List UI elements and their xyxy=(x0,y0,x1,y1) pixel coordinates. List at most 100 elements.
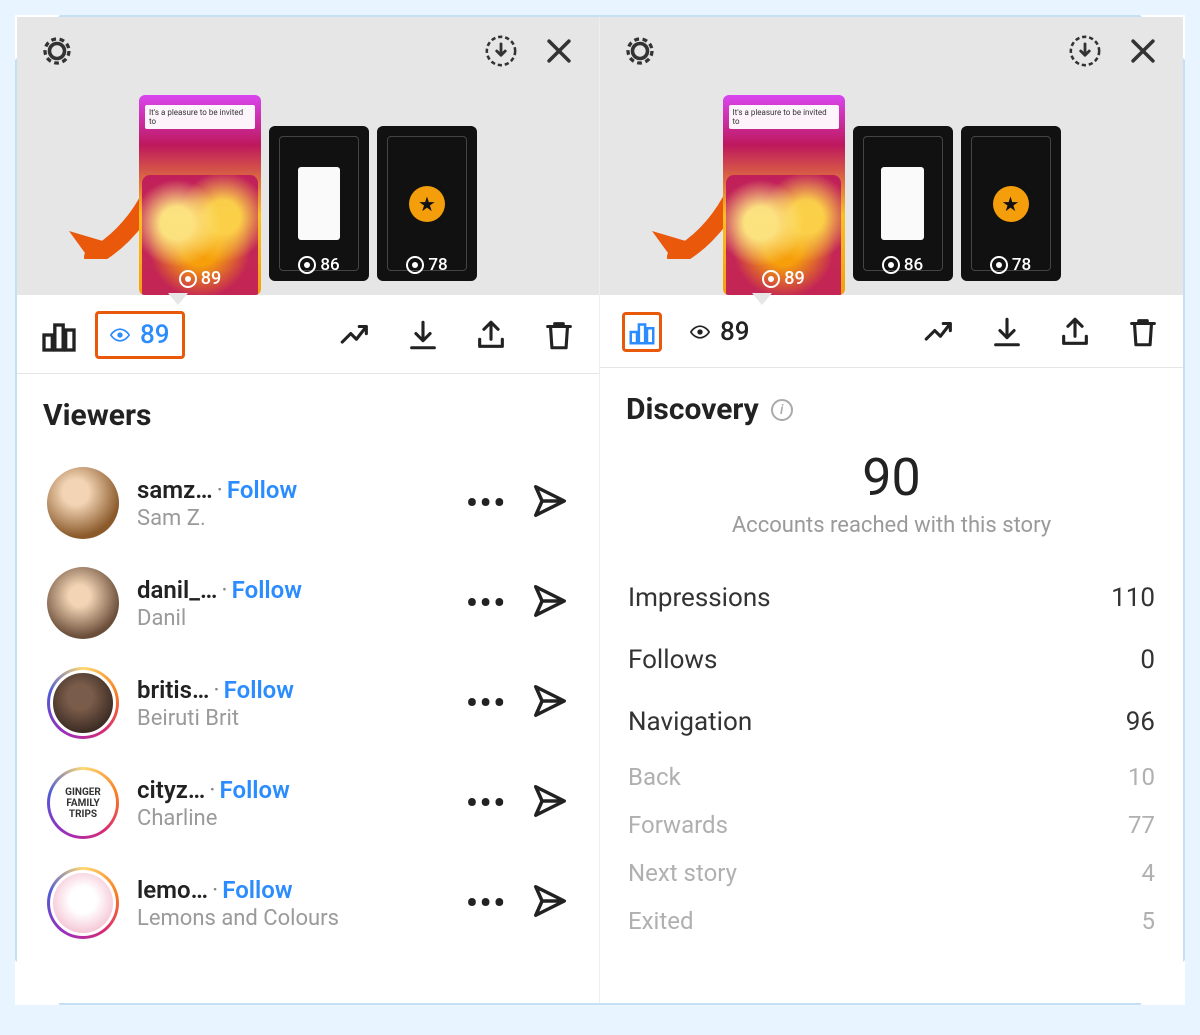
more-options-button[interactable]: ••• xyxy=(466,584,507,622)
more-options-button[interactable]: ••• xyxy=(466,484,507,522)
follow-link[interactable]: Follow xyxy=(222,876,292,904)
story-thumb[interactable]: 86 xyxy=(269,126,369,281)
download-icon xyxy=(406,318,440,352)
send-message-button[interactable] xyxy=(531,682,569,724)
paper-plane-icon xyxy=(531,682,569,720)
avatar[interactable] xyxy=(47,867,119,939)
stat-row-impressions: Impressions 110 xyxy=(626,567,1157,629)
more-options-button[interactable]: ••• xyxy=(466,784,507,822)
story-thumbnails: It's a pleasure to be invited to 89 86 ★… xyxy=(723,95,1061,295)
trending-up-icon xyxy=(922,315,956,349)
story-thumb[interactable]: ★ 78 xyxy=(377,126,477,281)
metrics-toolbar: 89 xyxy=(600,295,1183,368)
save-button[interactable] xyxy=(1065,31,1105,71)
view-count: 89 xyxy=(140,320,170,350)
follow-link[interactable]: Follow xyxy=(232,576,302,604)
follow-link[interactable]: Follow xyxy=(224,676,294,704)
avatar[interactable] xyxy=(47,567,119,639)
eye-icon xyxy=(298,256,316,274)
close-button[interactable] xyxy=(539,31,579,71)
follow-link[interactable]: Follow xyxy=(227,476,297,504)
stat-row-back: Back 10 xyxy=(626,753,1157,801)
bar-chart-icon xyxy=(39,315,79,355)
eye-icon xyxy=(110,328,130,342)
download-circle-icon xyxy=(1068,34,1102,68)
insights-tab-button[interactable] xyxy=(622,312,662,352)
metrics-toolbar: 89 xyxy=(17,295,599,374)
viewer-row: GINGER FAMILY TRIPS cityz…·Follow Charli… xyxy=(43,753,573,853)
avatar[interactable] xyxy=(47,667,119,739)
stat-row-follows: Follows 0 xyxy=(626,629,1157,691)
send-message-button[interactable] xyxy=(531,782,569,824)
story-thumb-active[interactable]: It's a pleasure to be invited to 89 xyxy=(723,95,845,295)
stat-row-next-story: Next story 4 xyxy=(626,849,1157,897)
paper-plane-icon xyxy=(531,882,569,920)
eye-icon xyxy=(990,256,1008,274)
more-options-button[interactable]: ••• xyxy=(466,684,507,722)
download-button[interactable] xyxy=(987,312,1027,352)
story-views-badge: 89 xyxy=(723,268,845,289)
viewer-row: danil_…·Follow Danil ••• xyxy=(43,553,573,653)
share-button[interactable] xyxy=(471,315,511,355)
stat-label: Follows xyxy=(628,645,717,675)
share-button[interactable] xyxy=(1055,312,1095,352)
trash-icon xyxy=(1126,315,1160,349)
reached-caption: Accounts reached with this story xyxy=(727,512,1057,541)
story-thumb[interactable]: ★ 78 xyxy=(961,126,1061,281)
stat-label: Exited xyxy=(628,907,694,935)
avatar[interactable] xyxy=(47,467,119,539)
promote-button[interactable] xyxy=(335,315,375,355)
reached-number: 90 xyxy=(626,447,1157,508)
stat-value: 5 xyxy=(1142,907,1156,935)
promote-button[interactable] xyxy=(919,312,959,352)
story-views-badge: 78 xyxy=(961,255,1061,275)
viewer-handle: cityz… xyxy=(137,776,205,804)
close-button[interactable] xyxy=(1123,31,1163,71)
viewer-row: lemo…·Follow Lemons and Colours ••• xyxy=(43,853,573,953)
download-button[interactable] xyxy=(403,315,443,355)
viewers-tab-button[interactable]: 89 xyxy=(95,311,185,359)
avatar[interactable]: GINGER FAMILY TRIPS xyxy=(47,767,119,839)
story-views-badge: 86 xyxy=(853,255,953,275)
send-message-button[interactable] xyxy=(531,582,569,624)
story-thumb[interactable]: 86 xyxy=(853,126,953,281)
stat-value: 96 xyxy=(1126,707,1155,737)
viewer-name: Sam Z. xyxy=(137,506,448,531)
story-views-badge: 78 xyxy=(377,255,477,275)
more-options-button[interactable]: ••• xyxy=(466,884,507,922)
settings-button[interactable] xyxy=(620,31,660,71)
viewers-tab-button[interactable]: 89 xyxy=(678,311,762,353)
comparison-frame: It's a pleasure to be invited to 89 86 ★… xyxy=(15,15,1185,1005)
viewer-handle: lemo… xyxy=(137,876,208,904)
viewer-handle: samz… xyxy=(137,476,213,504)
delete-button[interactable] xyxy=(539,315,579,355)
story-thumbnails: It's a pleasure to be invited to 89 86 ★… xyxy=(139,95,477,295)
info-icon[interactable]: i xyxy=(771,399,793,421)
paper-plane-icon xyxy=(531,582,569,620)
gear-icon xyxy=(39,33,75,69)
send-message-button[interactable] xyxy=(531,482,569,524)
close-icon xyxy=(1126,34,1160,68)
story-views-badge: 89 xyxy=(139,268,261,289)
trash-icon xyxy=(542,318,576,352)
stat-label: Impressions xyxy=(628,583,771,613)
stat-label: Navigation xyxy=(628,707,752,737)
story-views-badge: 86 xyxy=(269,255,369,275)
insights-tab-button[interactable] xyxy=(39,315,79,355)
eye-icon xyxy=(762,270,780,288)
send-message-button[interactable] xyxy=(531,882,569,924)
save-button[interactable] xyxy=(481,31,521,71)
viewers-list-panel: Viewers samz…·Follow Sam Z. ••• danil_…·… xyxy=(17,374,599,1003)
top-bar-area: It's a pleasure to be invited to 89 86 ★… xyxy=(600,17,1183,295)
viewer-handle: britis… xyxy=(137,676,209,704)
settings-button[interactable] xyxy=(37,31,77,71)
eye-icon xyxy=(690,325,710,339)
eye-icon xyxy=(882,256,900,274)
viewer-row: britis…·Follow Beiruti Brit ••• xyxy=(43,653,573,753)
viewer-name: Beiruti Brit xyxy=(137,706,448,731)
follow-link[interactable]: Follow xyxy=(220,776,290,804)
stat-row-exited: Exited 5 xyxy=(626,897,1157,945)
delete-button[interactable] xyxy=(1123,312,1163,352)
stat-label: Next story xyxy=(628,859,737,887)
story-thumb-active[interactable]: It's a pleasure to be invited to 89 xyxy=(139,95,261,295)
